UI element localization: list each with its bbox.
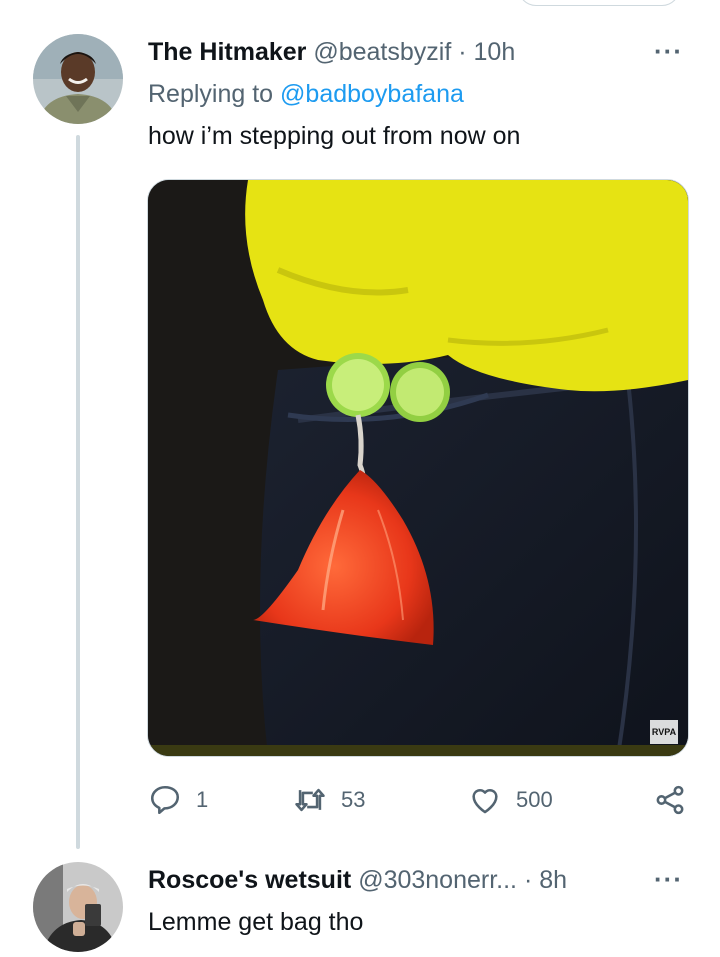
share-button[interactable] xyxy=(653,780,687,820)
retweet-button[interactable]: 53 xyxy=(293,780,365,820)
share-icon xyxy=(656,785,684,815)
reply-author-name[interactable]: Roscoe's wetsuit xyxy=(148,866,351,894)
top-pill-button[interactable] xyxy=(518,0,680,6)
like-count: 500 xyxy=(516,787,553,812)
reply-time[interactable]: 8h xyxy=(539,866,567,894)
reply-count: 1 xyxy=(196,787,209,812)
like-icon xyxy=(472,788,498,814)
reply-header-separator: · xyxy=(523,866,533,894)
reply-more-icon[interactable]: ··· xyxy=(654,864,683,895)
reply-button[interactable]: 1 xyxy=(148,780,208,820)
media-watermark: RVPA xyxy=(651,727,677,737)
replying-handle-link[interactable]: @badboybafana xyxy=(280,80,464,108)
reply-author-handle[interactable]: @303nonerr... xyxy=(358,866,517,894)
replying-to-line: Replying to @badboybafana xyxy=(148,80,464,109)
author-handle[interactable]: @beatsbyzif xyxy=(313,38,451,66)
avatar-roscoes-wetsuit[interactable] xyxy=(33,862,123,952)
avatar-the-hitmaker[interactable] xyxy=(33,34,123,124)
tweet-time[interactable]: 10h xyxy=(474,38,516,66)
like-button[interactable]: 500 xyxy=(468,780,553,820)
retweet-icon xyxy=(295,788,325,812)
header-separator: · xyxy=(458,38,467,66)
reply-icon xyxy=(150,785,180,815)
thread-connector-line xyxy=(76,135,80,849)
reply-header: Roscoe's wetsuit @303nonerr... · 8h xyxy=(148,866,567,895)
more-icon[interactable]: ··· xyxy=(654,36,683,67)
media-photo xyxy=(148,180,688,756)
tweet-media-image[interactable]: RVPA xyxy=(147,179,689,757)
tweet-action-bar: 1 53 500 xyxy=(148,780,693,820)
author-name[interactable]: The Hitmaker xyxy=(148,38,306,66)
reply-text: Lemme get bag tho xyxy=(148,908,364,936)
replying-prefix: Replying to xyxy=(148,80,274,108)
retweet-count: 53 xyxy=(341,787,366,812)
tweet-header: The Hitmaker @beatsbyzif · 10h xyxy=(148,38,515,67)
tweet-text: how i’m stepping out from now on xyxy=(148,122,521,150)
